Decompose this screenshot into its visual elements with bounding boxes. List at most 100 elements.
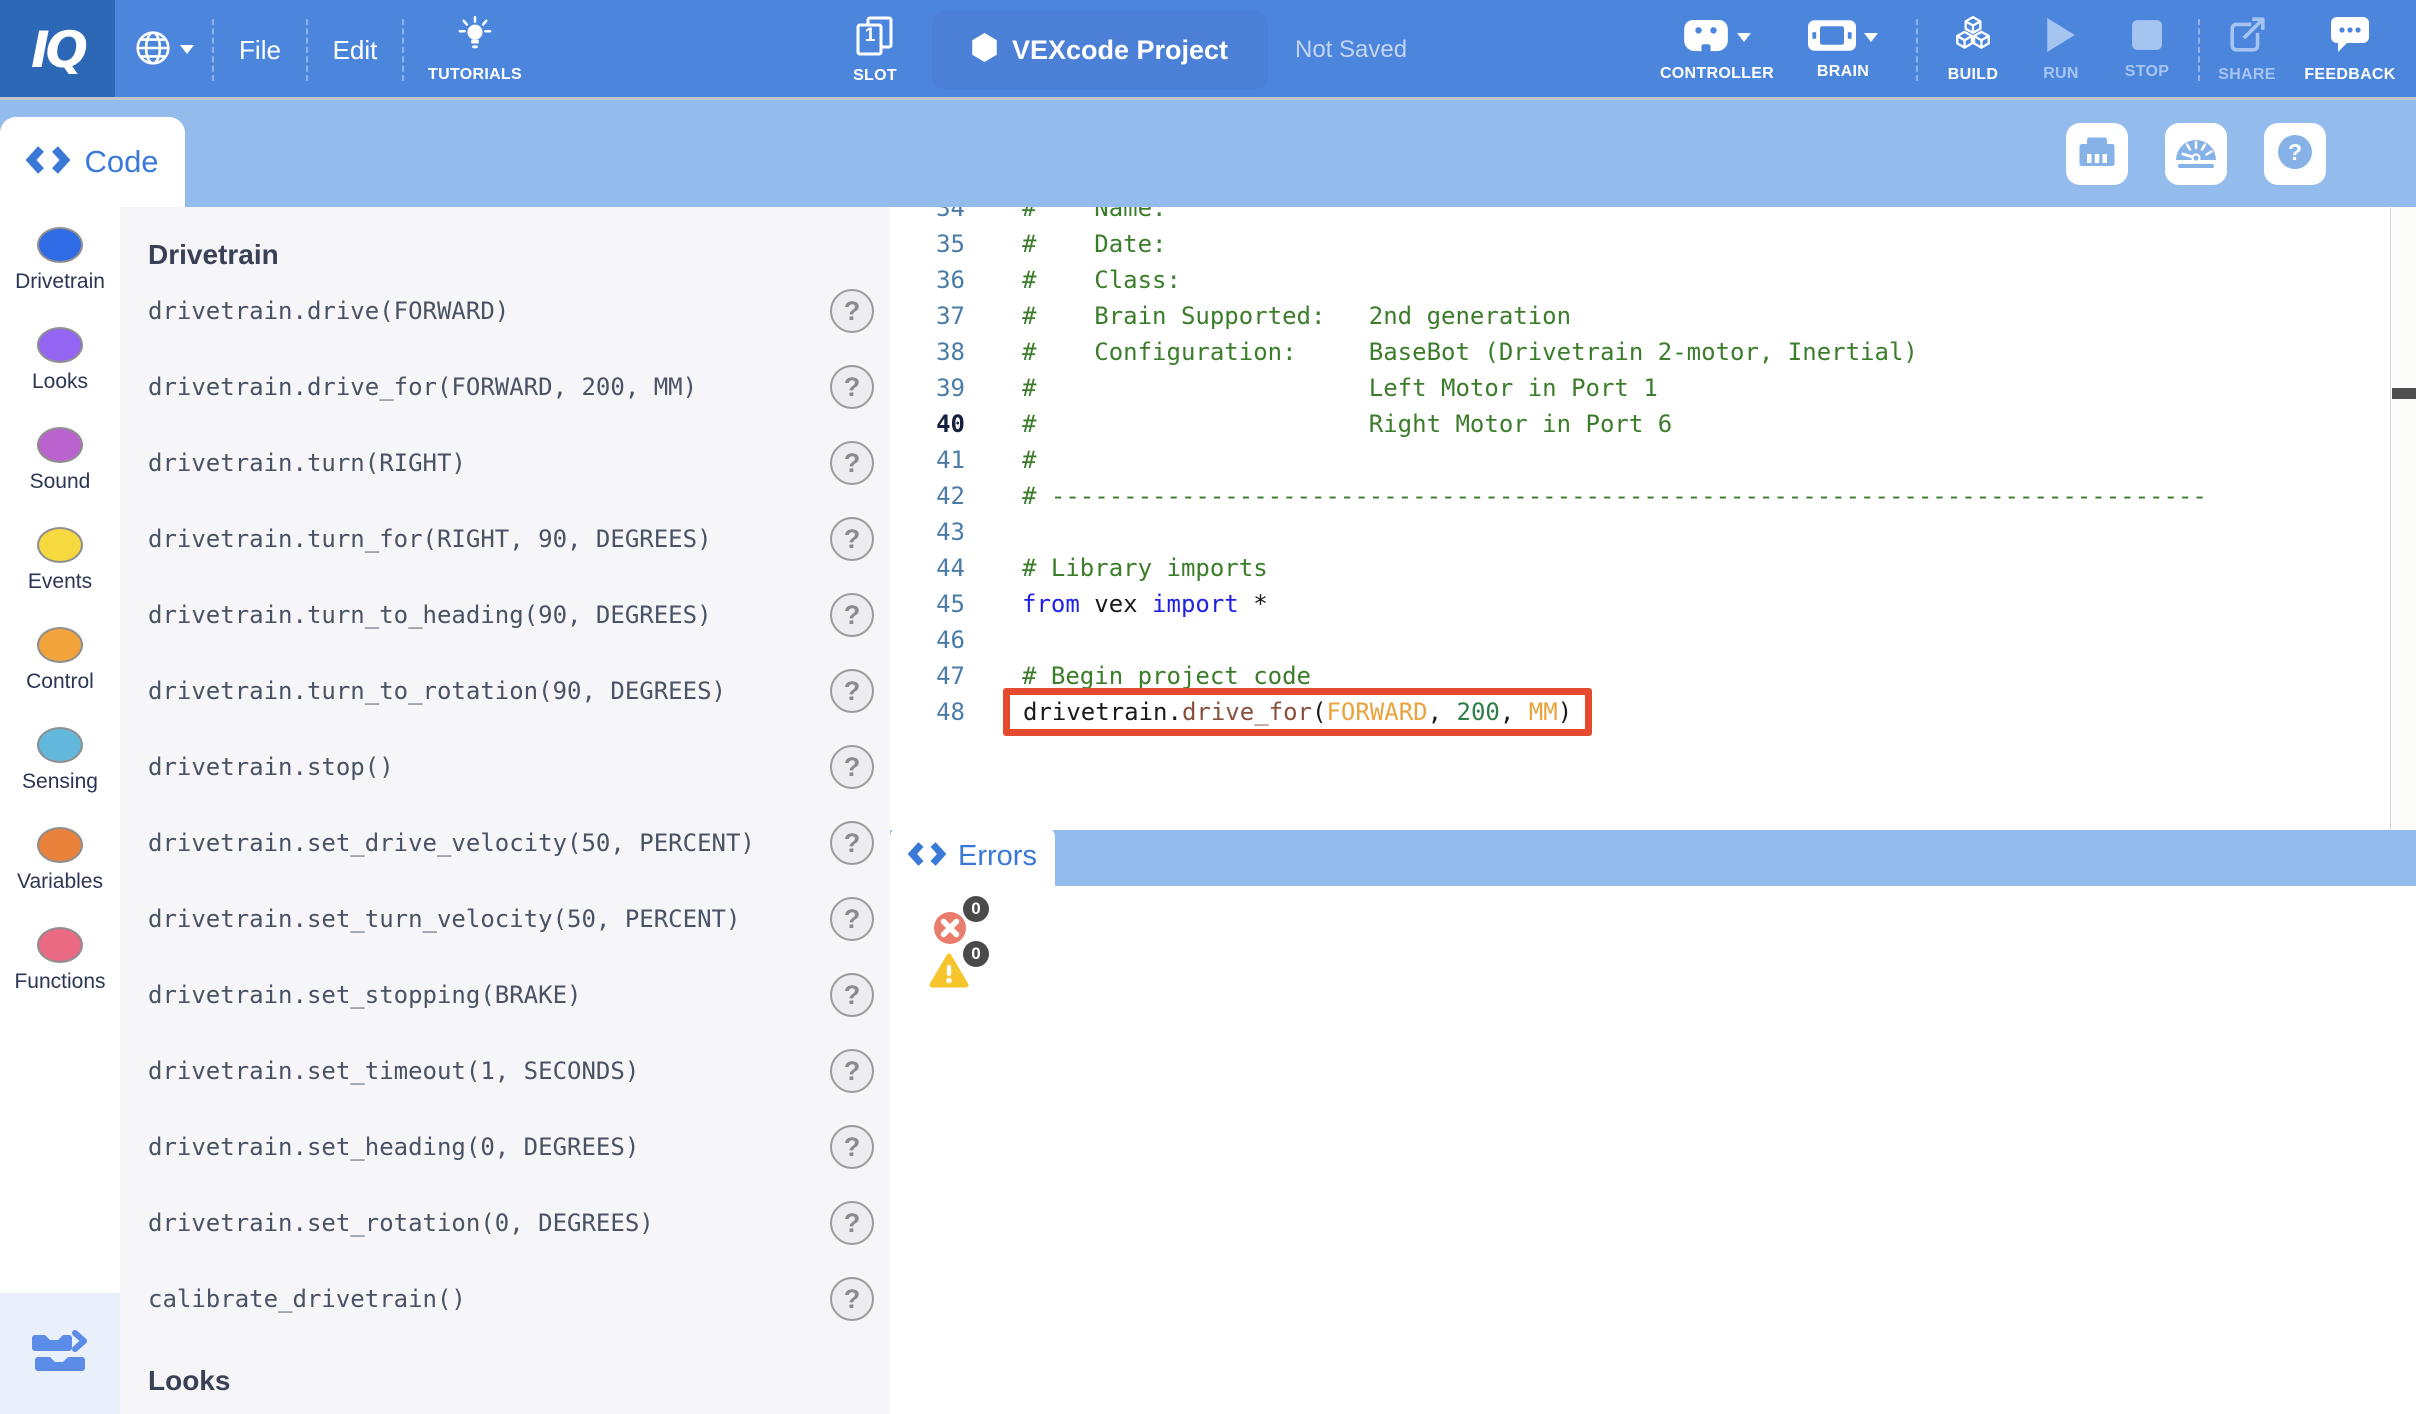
device-manager-button[interactable]	[2066, 123, 2128, 185]
controller-button[interactable]: CONTROLLER	[1654, 0, 1780, 100]
scrollbar-thumb[interactable]	[2392, 388, 2416, 399]
help-icon[interactable]: ?	[830, 745, 874, 789]
warning-count-badge: 0	[963, 941, 989, 967]
code-line-38[interactable]: 38# Configuration: BaseBot (Drivetrain 2…	[890, 334, 2207, 370]
category-circle[interactable]	[37, 927, 83, 963]
tab-errors[interactable]: Errors	[890, 827, 1055, 886]
palette-command[interactable]: drivetrain.drive_for(FORWARD, 200, MM)?	[120, 349, 890, 425]
sidebar-item-looks[interactable]: Looks	[0, 319, 120, 419]
code-text: # Date:	[1022, 230, 1167, 258]
tab-code[interactable]: Code	[0, 117, 185, 207]
help-icon[interactable]: ?	[830, 365, 874, 409]
command-text[interactable]: drivetrain.set_timeout(1, SECONDS)	[148, 1057, 639, 1085]
share-button[interactable]: SHARE	[2214, 0, 2280, 100]
slot-selector[interactable]: 1 SLOT	[846, 0, 904, 100]
palette-command[interactable]: drivetrain.turn(RIGHT)?	[120, 425, 890, 501]
code-line-35[interactable]: 35# Date:	[890, 226, 2207, 262]
build-button[interactable]: BUILD	[1940, 0, 2006, 100]
blocks-text-toggle-button[interactable]	[0, 1293, 120, 1414]
highlighted-code-statement: drivetrain.drive_for(FORWARD, 200, MM)	[1003, 688, 1592, 736]
sidebar-item-sound[interactable]: Sound	[0, 419, 120, 519]
help-icon[interactable]: ?	[830, 1201, 874, 1245]
help-icon[interactable]: ?	[830, 593, 874, 637]
code-line-37[interactable]: 37# Brain Supported: 2nd generation	[890, 298, 2207, 334]
category-circle[interactable]	[37, 527, 83, 563]
palette-command[interactable]: drivetrain.turn_to_heading(90, DEGREES)?	[120, 577, 890, 653]
palette-command[interactable]: drivetrain.set_drive_velocity(50, PERCEN…	[120, 805, 890, 881]
command-text[interactable]: drivetrain.turn_to_heading(90, DEGREES)	[148, 601, 712, 629]
code-line-45[interactable]: 45from vex import *	[890, 586, 2207, 622]
language-menu[interactable]	[115, 0, 212, 100]
help-icon[interactable]: ?	[830, 517, 874, 561]
help-button[interactable]: ?	[2264, 123, 2326, 185]
code-line-44[interactable]: 44# Library imports	[890, 550, 2207, 586]
help-icon[interactable]: ?	[830, 441, 874, 485]
help-icon[interactable]: ?	[830, 1049, 874, 1093]
help-icon[interactable]: ?	[830, 669, 874, 713]
command-text[interactable]: drivetrain.stop()	[148, 753, 394, 781]
category-circle[interactable]	[37, 427, 83, 463]
category-circle[interactable]	[37, 227, 83, 263]
code-line-39[interactable]: 39# Left Motor in Port 1	[890, 370, 2207, 406]
category-circle[interactable]	[37, 727, 83, 763]
sidebar-item-drivetrain[interactable]: Drivetrain	[0, 219, 120, 319]
category-circle[interactable]	[37, 627, 83, 663]
help-icon[interactable]: ?	[830, 1125, 874, 1169]
file-menu[interactable]: File	[214, 0, 306, 100]
code-line-34[interactable]: 34# Name:	[890, 207, 2207, 226]
project-name-button[interactable]: VEXcode Project	[932, 11, 1268, 89]
category-circle[interactable]	[37, 827, 83, 863]
sidebar-item-control[interactable]: Control	[0, 619, 120, 719]
code-line-43[interactable]: 43	[890, 514, 2207, 550]
sidebar-item-variables[interactable]: Variables	[0, 819, 120, 919]
globe-icon	[134, 29, 172, 72]
code-line-42[interactable]: 42# ------------------------------------…	[890, 478, 2207, 514]
command-text[interactable]: drivetrain.turn_to_rotation(90, DEGREES)	[148, 677, 726, 705]
code-line-40[interactable]: 40# Right Motor in Port 6	[890, 406, 2207, 442]
category-circle[interactable]	[37, 327, 83, 363]
code-line-46[interactable]: 46	[890, 622, 2207, 658]
dashboard-gauge-button[interactable]	[2165, 123, 2227, 185]
palette-command[interactable]: drivetrain.drive(FORWARD)?	[120, 273, 890, 349]
help-icon[interactable]: ?	[830, 1277, 874, 1321]
palette-command[interactable]: drivetrain.set_stopping(BRAKE)?	[120, 957, 890, 1033]
palette-command[interactable]: drivetrain.turn_to_rotation(90, DEGREES)…	[120, 653, 890, 729]
sidebar-item-events[interactable]: Events	[0, 519, 120, 619]
help-icon[interactable]: ?	[830, 973, 874, 1017]
editor-scrollbar[interactable]	[2390, 207, 2416, 830]
palette-command[interactable]: calibrate_drivetrain()?	[120, 1261, 890, 1337]
slot-icon: 1	[856, 16, 894, 60]
command-text[interactable]: drivetrain.set_turn_velocity(50, PERCENT…	[148, 905, 740, 933]
help-icon[interactable]: ?	[830, 821, 874, 865]
code-line-48[interactable]: 48drivetrain.drive_for(FORWARD, 200, MM)	[890, 694, 2207, 730]
feedback-button[interactable]: FEEDBACK	[2298, 0, 2402, 100]
command-text[interactable]: drivetrain.drive(FORWARD)	[148, 297, 509, 325]
tutorials-button[interactable]: TUTORIALS	[404, 0, 546, 100]
command-text[interactable]: drivetrain.set_rotation(0, DEGREES)	[148, 1209, 654, 1237]
stop-button[interactable]: STOP	[2116, 0, 2178, 100]
palette-command[interactable]: drivetrain.set_timeout(1, SECONDS)?	[120, 1033, 890, 1109]
sidebar-item-sensing[interactable]: Sensing	[0, 719, 120, 819]
code-line-36[interactable]: 36# Class:	[890, 262, 2207, 298]
help-icon[interactable]: ?	[830, 289, 874, 333]
run-button[interactable]: RUN	[2032, 0, 2090, 100]
help-icon[interactable]: ?	[830, 897, 874, 941]
palette-command[interactable]: drivetrain.set_turn_velocity(50, PERCENT…	[120, 881, 890, 957]
palette-command[interactable]: drivetrain.set_heading(0, DEGREES)?	[120, 1109, 890, 1185]
palette-command[interactable]: drivetrain.turn_for(RIGHT, 90, DEGREES)?	[120, 501, 890, 577]
edit-menu[interactable]: Edit	[308, 0, 402, 100]
code-editor[interactable]: 34# Name:35# Date:36# Class:37# Brain Su…	[890, 207, 2416, 1414]
line-number: 39	[890, 374, 965, 402]
command-text[interactable]: drivetrain.turn_for(RIGHT, 90, DEGREES)	[148, 525, 712, 553]
palette-command[interactable]: drivetrain.stop()?	[120, 729, 890, 805]
command-text[interactable]: drivetrain.set_heading(0, DEGREES)	[148, 1133, 639, 1161]
command-text[interactable]: drivetrain.drive_for(FORWARD, 200, MM)	[148, 373, 697, 401]
code-line-41[interactable]: 41#	[890, 442, 2207, 478]
command-text[interactable]: drivetrain.set_stopping(BRAKE)	[148, 981, 581, 1009]
command-text[interactable]: calibrate_drivetrain()	[148, 1285, 466, 1313]
palette-command[interactable]: drivetrain.set_rotation(0, DEGREES)?	[120, 1185, 890, 1261]
command-text[interactable]: drivetrain.turn(RIGHT)	[148, 449, 466, 477]
brain-button[interactable]: BRAIN	[1790, 0, 1896, 100]
command-text[interactable]: drivetrain.set_drive_velocity(50, PERCEN…	[148, 829, 755, 857]
sidebar-item-functions[interactable]: Functions	[0, 919, 120, 1019]
